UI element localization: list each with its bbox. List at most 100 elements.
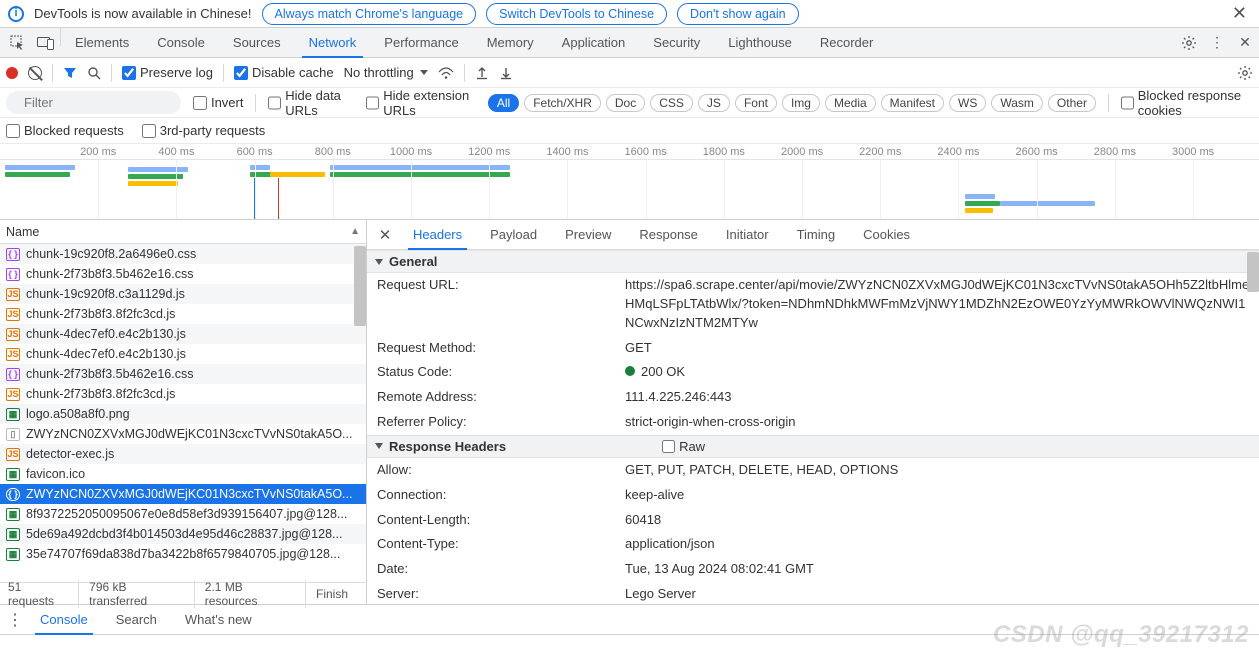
tab-network[interactable]: Network	[295, 28, 371, 57]
type-chip-img[interactable]: Img	[782, 94, 820, 112]
request-row[interactable]: { }chunk-2f73b8f3.5b462e16.css	[0, 364, 366, 384]
drawer-tab-whatsnew[interactable]: What's new	[171, 605, 266, 634]
header-value: https://spa6.scrape.center/api/movie/ZWY…	[625, 276, 1251, 333]
type-chip-manifest[interactable]: Manifest	[881, 94, 944, 112]
close-icon[interactable]: ✕	[1228, 3, 1251, 24]
waterfall-overview[interactable]: 200 ms400 ms600 ms800 ms1000 ms1200 ms14…	[0, 144, 1259, 220]
search-icon[interactable]	[87, 66, 101, 80]
upload-har-icon[interactable]	[475, 66, 489, 80]
list-header[interactable]: Name▲	[0, 220, 366, 244]
header-key: Request URL:	[377, 276, 617, 333]
hide-data-urls-checkbox[interactable]: Hide data URLs	[268, 88, 354, 118]
request-row[interactable]: JSchunk-4dec7ef0.e4c2b130.js	[0, 324, 366, 344]
detail-pane: ✕ HeadersPayloadPreviewResponseInitiator…	[367, 220, 1259, 604]
type-chip-js[interactable]: JS	[698, 94, 730, 112]
header-key: Allow:	[377, 461, 617, 480]
request-row[interactable]: JSdetector-exec.js	[0, 444, 366, 464]
network-conditions-icon[interactable]	[438, 67, 454, 79]
detail-tab-preview[interactable]: Preview	[551, 220, 625, 249]
drawer-tabs: ⋮ ConsoleSearchWhat's new	[0, 605, 1259, 635]
banner-action-switch[interactable]: Switch DevTools to Chinese	[486, 3, 667, 25]
tab-memory[interactable]: Memory	[473, 28, 548, 57]
third-party-checkbox[interactable]: 3rd-party requests	[142, 123, 266, 138]
request-row[interactable]: JSchunk-2f73b8f3.8f2fc3cd.js	[0, 384, 366, 404]
request-row[interactable]: JSchunk-4dec7ef0.e4c2b130.js	[0, 344, 366, 364]
detail-tab-cookies[interactable]: Cookies	[849, 220, 924, 249]
network-settings-icon[interactable]	[1237, 65, 1253, 81]
header-key: Connection:	[377, 486, 617, 505]
settings-icon[interactable]	[1175, 28, 1203, 57]
close-devtools-icon[interactable]: ✕	[1231, 28, 1259, 57]
banner-message: DevTools is now available in Chinese!	[34, 6, 252, 21]
type-chip-media[interactable]: Media	[825, 94, 876, 112]
type-chip-doc[interactable]: Doc	[606, 94, 645, 112]
disable-cache-checkbox[interactable]: Disable cache	[234, 65, 334, 80]
clear-button[interactable]	[28, 66, 42, 80]
request-row[interactable]: ▦logo.a508a8f0.png	[0, 404, 366, 424]
css-icon: { }	[6, 368, 20, 381]
drawer-menu-icon[interactable]: ⋮	[4, 605, 26, 634]
tab-recorder[interactable]: Recorder	[806, 28, 887, 57]
more-icon[interactable]: ⋮	[1203, 28, 1231, 57]
download-har-icon[interactable]	[499, 66, 513, 80]
record-button[interactable]	[6, 67, 18, 79]
drawer-tab-console[interactable]: Console	[26, 605, 102, 634]
drawer-tab-search[interactable]: Search	[102, 605, 171, 634]
tab-lighthouse[interactable]: Lighthouse	[714, 28, 806, 57]
blocked-requests-checkbox[interactable]: Blocked requests	[6, 123, 124, 138]
detail-tab-payload[interactable]: Payload	[476, 220, 551, 249]
request-row[interactable]: ▦8f9372252050095067e0e8d58ef3d939156407.…	[0, 504, 366, 524]
banner-action-match[interactable]: Always match Chrome's language	[262, 3, 477, 25]
blocked-cookies-checkbox[interactable]: Blocked response cookies	[1121, 88, 1253, 118]
tab-console[interactable]: Console	[143, 28, 219, 57]
raw-toggle[interactable]: Raw	[662, 439, 705, 454]
section-header[interactable]: Response HeadersRaw	[367, 435, 1259, 458]
tab-application[interactable]: Application	[548, 28, 640, 57]
throttling-select[interactable]: No throttling	[344, 65, 428, 80]
detail-tab-response[interactable]: Response	[625, 220, 712, 249]
type-chip-fetchxhr[interactable]: Fetch/XHR	[524, 94, 601, 112]
tab-elements[interactable]: Elements	[61, 28, 143, 57]
type-chip-wasm[interactable]: Wasm	[991, 94, 1043, 112]
request-row[interactable]: ▦5de69a492dcbd3f4b014503d4e95d46c28837.j…	[0, 524, 366, 544]
detail-content[interactable]: General Request URL:https://spa6.scrape.c…	[367, 250, 1259, 604]
request-row[interactable]: { }chunk-19c920f8.2a6496e0.css	[0, 244, 366, 264]
request-row[interactable]: JSchunk-19c920f8.c3a1129d.js	[0, 284, 366, 304]
request-name: chunk-4dec7ef0.e4c2b130.js	[26, 347, 186, 361]
detail-tab-timing[interactable]: Timing	[783, 220, 850, 249]
header-key: Remote Address:	[377, 388, 617, 407]
type-chip-font[interactable]: Font	[735, 94, 777, 112]
type-chip-other[interactable]: Other	[1048, 94, 1096, 112]
filter-input-wrap[interactable]	[6, 91, 181, 114]
inspect-icon[interactable]	[4, 28, 32, 57]
status-dot-icon	[625, 366, 635, 376]
close-detail-icon[interactable]: ✕	[371, 220, 399, 249]
request-row[interactable]: ▦35e74707f69da838d7ba3422b8f6579840705.j…	[0, 544, 366, 564]
detail-tab-initiator[interactable]: Initiator	[712, 220, 783, 249]
type-chip-all[interactable]: All	[488, 94, 519, 112]
request-list[interactable]: { }chunk-19c920f8.2a6496e0.css{ }chunk-2…	[0, 244, 366, 582]
request-row[interactable]: JSchunk-2f73b8f3.8f2fc3cd.js	[0, 304, 366, 324]
preserve-log-checkbox[interactable]: Preserve log	[122, 65, 213, 80]
filter-toggle-icon[interactable]	[63, 66, 77, 80]
detail-tab-headers[interactable]: Headers	[399, 220, 476, 249]
banner-action-dismiss[interactable]: Don't show again	[677, 3, 799, 25]
hide-extension-urls-checkbox[interactable]: Hide extension URLs	[366, 88, 476, 118]
invert-checkbox[interactable]: Invert	[193, 95, 244, 110]
device-toggle-icon[interactable]	[32, 28, 60, 57]
js-icon: JS	[6, 388, 20, 401]
request-row[interactable]: ▯ZWYzNCN0ZXVxMGJ0dWEjKC01N3cxcTVvNS0takA…	[0, 424, 366, 444]
tab-security[interactable]: Security	[639, 28, 714, 57]
type-chip-ws[interactable]: WS	[949, 94, 986, 112]
tab-sources[interactable]: Sources	[219, 28, 295, 57]
tab-performance[interactable]: Performance	[370, 28, 472, 57]
filter-bar-2: Blocked requests 3rd-party requests	[0, 118, 1259, 144]
type-chip-css[interactable]: CSS	[650, 94, 693, 112]
scrollbar-thumb[interactable]	[354, 246, 366, 326]
section-header[interactable]: General	[367, 250, 1259, 273]
request-row[interactable]: { }chunk-2f73b8f3.5b462e16.css	[0, 264, 366, 284]
request-row[interactable]: ▦favicon.ico	[0, 464, 366, 484]
detail-scrollbar-thumb[interactable]	[1247, 252, 1259, 292]
filter-input[interactable]	[22, 94, 202, 111]
request-row[interactable]: { }ZWYzNCN0ZXVxMGJ0dWEjKC01N3cxcTVvNS0ta…	[0, 484, 366, 504]
